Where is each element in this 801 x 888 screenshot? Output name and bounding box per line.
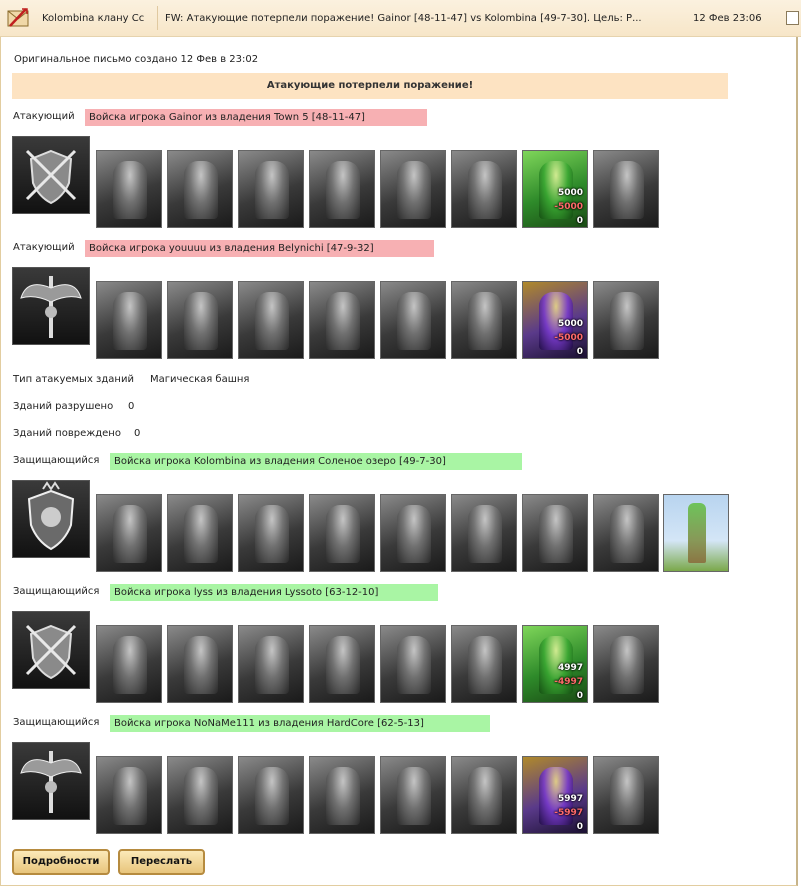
unit-card[interactable] (451, 281, 517, 359)
unit-card[interactable] (380, 150, 446, 228)
hero-stat-remaining: 0 (576, 347, 583, 357)
buildings-damaged-value: 0 (134, 428, 141, 439)
winged-axe-icon (20, 751, 82, 813)
details-button[interactable]: Подробности (12, 849, 110, 875)
lion-shield-icon (27, 481, 75, 551)
unit-card[interactable] (167, 625, 233, 703)
unit-card[interactable] (593, 281, 659, 359)
hero-card[interactable]: 5000 -5000 0 (522, 281, 588, 359)
unit-card[interactable] (309, 625, 375, 703)
buildings-destroyed-value: 0 (128, 401, 135, 412)
army-title-bar[interactable]: Войска игрока Gainor из владения Town 5 … (85, 109, 427, 126)
army-emblem[interactable] (12, 136, 90, 214)
army-title-bar[interactable]: Войска игрока NoNaMe111 из владения Hard… (110, 715, 490, 732)
hero-card[interactable]: 5000 -5000 0 (522, 150, 588, 228)
forward-button[interactable]: Переслать (118, 849, 205, 875)
army-title-bar[interactable]: Войска игрока Kolombina из владения Соле… (110, 453, 522, 470)
hero-stat-remaining: 0 (576, 691, 583, 701)
unit-card[interactable] (593, 625, 659, 703)
army-emblem[interactable] (12, 611, 90, 689)
unit-card[interactable] (593, 494, 659, 572)
magic-tower-card[interactable] (663, 494, 729, 572)
message-frame (0, 0, 798, 886)
unit-card[interactable] (593, 150, 659, 228)
building-type-label: Тип атакуемых зданий (13, 374, 134, 385)
army-role-label: Атакующий (13, 242, 75, 253)
message-header: Kolombina клану Cc FW: Атакующие потерпе… (0, 0, 801, 37)
crossed-swords-shield-icon (25, 149, 77, 205)
army-role-label: Защищающийся (13, 586, 100, 597)
unit-card[interactable] (167, 150, 233, 228)
army-role-label: Защищающийся (13, 455, 100, 466)
hero-stat-value: 5000 (557, 188, 583, 198)
battle-result-banner: Атакующие потерпели поражение! (12, 73, 728, 99)
unit-card[interactable] (238, 494, 304, 572)
unit-card[interactable] (309, 756, 375, 834)
buildings-damaged-label: Зданий повреждено (13, 428, 121, 439)
unit-card[interactable] (238, 756, 304, 834)
unit-card[interactable] (167, 281, 233, 359)
hero-stat-loss: -5000 (554, 202, 583, 212)
hero-card[interactable]: 4997 -4997 0 (522, 625, 588, 703)
original-created-note: Оригинальное письмо создано 12 Фев в 23:… (14, 54, 259, 65)
unit-card[interactable] (238, 150, 304, 228)
unit-card[interactable] (380, 625, 446, 703)
unit-card[interactable] (451, 494, 517, 572)
unit-card[interactable] (96, 494, 162, 572)
unit-card[interactable] (522, 494, 588, 572)
unit-card[interactable] (167, 756, 233, 834)
building-type-value: Магическая башня (150, 374, 250, 385)
letter-sword-icon (7, 8, 29, 27)
unit-card[interactable] (593, 756, 659, 834)
hero-stat-loss: -5997 (554, 808, 583, 818)
unit-card[interactable] (451, 150, 517, 228)
unit-card[interactable] (96, 150, 162, 228)
crossed-swords-shield-icon (25, 624, 77, 680)
hero-stat-value: 5997 (557, 794, 583, 804)
message-sender: Kolombina клану Cc (42, 13, 145, 24)
hero-stat-remaining: 0 (576, 216, 583, 226)
buildings-destroyed-row: Зданий разрушено 0 (13, 401, 134, 412)
unit-card[interactable] (380, 494, 446, 572)
unit-card[interactable] (167, 494, 233, 572)
building-type-row: Тип атакуемых зданий Магическая башня (13, 374, 249, 385)
army-role-label: Атакующий (13, 111, 75, 122)
army-emblem[interactable] (12, 480, 90, 558)
unit-card[interactable] (451, 756, 517, 834)
unit-card[interactable] (380, 281, 446, 359)
header-divider (157, 6, 158, 30)
buildings-damaged-row: Зданий повреждено 0 (13, 428, 140, 439)
winged-axe-icon (20, 276, 82, 338)
unit-card[interactable] (451, 625, 517, 703)
unit-card[interactable] (96, 625, 162, 703)
unit-card[interactable] (309, 281, 375, 359)
hero-stat-value: 5000 (557, 319, 583, 329)
unit-card[interactable] (96, 281, 162, 359)
unit-card[interactable] (238, 281, 304, 359)
unit-card[interactable] (96, 756, 162, 834)
army-title-bar[interactable]: Войска игрока youuuu из владения Belynic… (85, 240, 434, 257)
army-role-label: Защищающийся (13, 717, 100, 728)
unit-card[interactable] (380, 756, 446, 834)
buildings-destroyed-label: Зданий разрушено (13, 401, 114, 412)
army-title-bar[interactable]: Войска игрока lyss из владения Lyssoto [… (110, 584, 438, 601)
message-date: 12 Фев 23:06 (693, 13, 762, 24)
unit-card[interactable] (309, 150, 375, 228)
select-checkbox[interactable] (786, 11, 799, 25)
message-subject: FW: Атакующие потерпели поражение! Gaino… (165, 13, 642, 24)
army-emblem[interactable] (12, 267, 90, 345)
army-emblem[interactable] (12, 742, 90, 820)
hero-stat-loss: -5000 (554, 333, 583, 343)
hero-stat-loss: -4997 (554, 677, 583, 687)
hero-stat-value: 4997 (557, 663, 583, 673)
unit-card[interactable] (309, 494, 375, 572)
hero-card[interactable]: 5997 -5997 0 (522, 756, 588, 834)
unit-card[interactable] (238, 625, 304, 703)
hero-stat-remaining: 0 (576, 822, 583, 832)
